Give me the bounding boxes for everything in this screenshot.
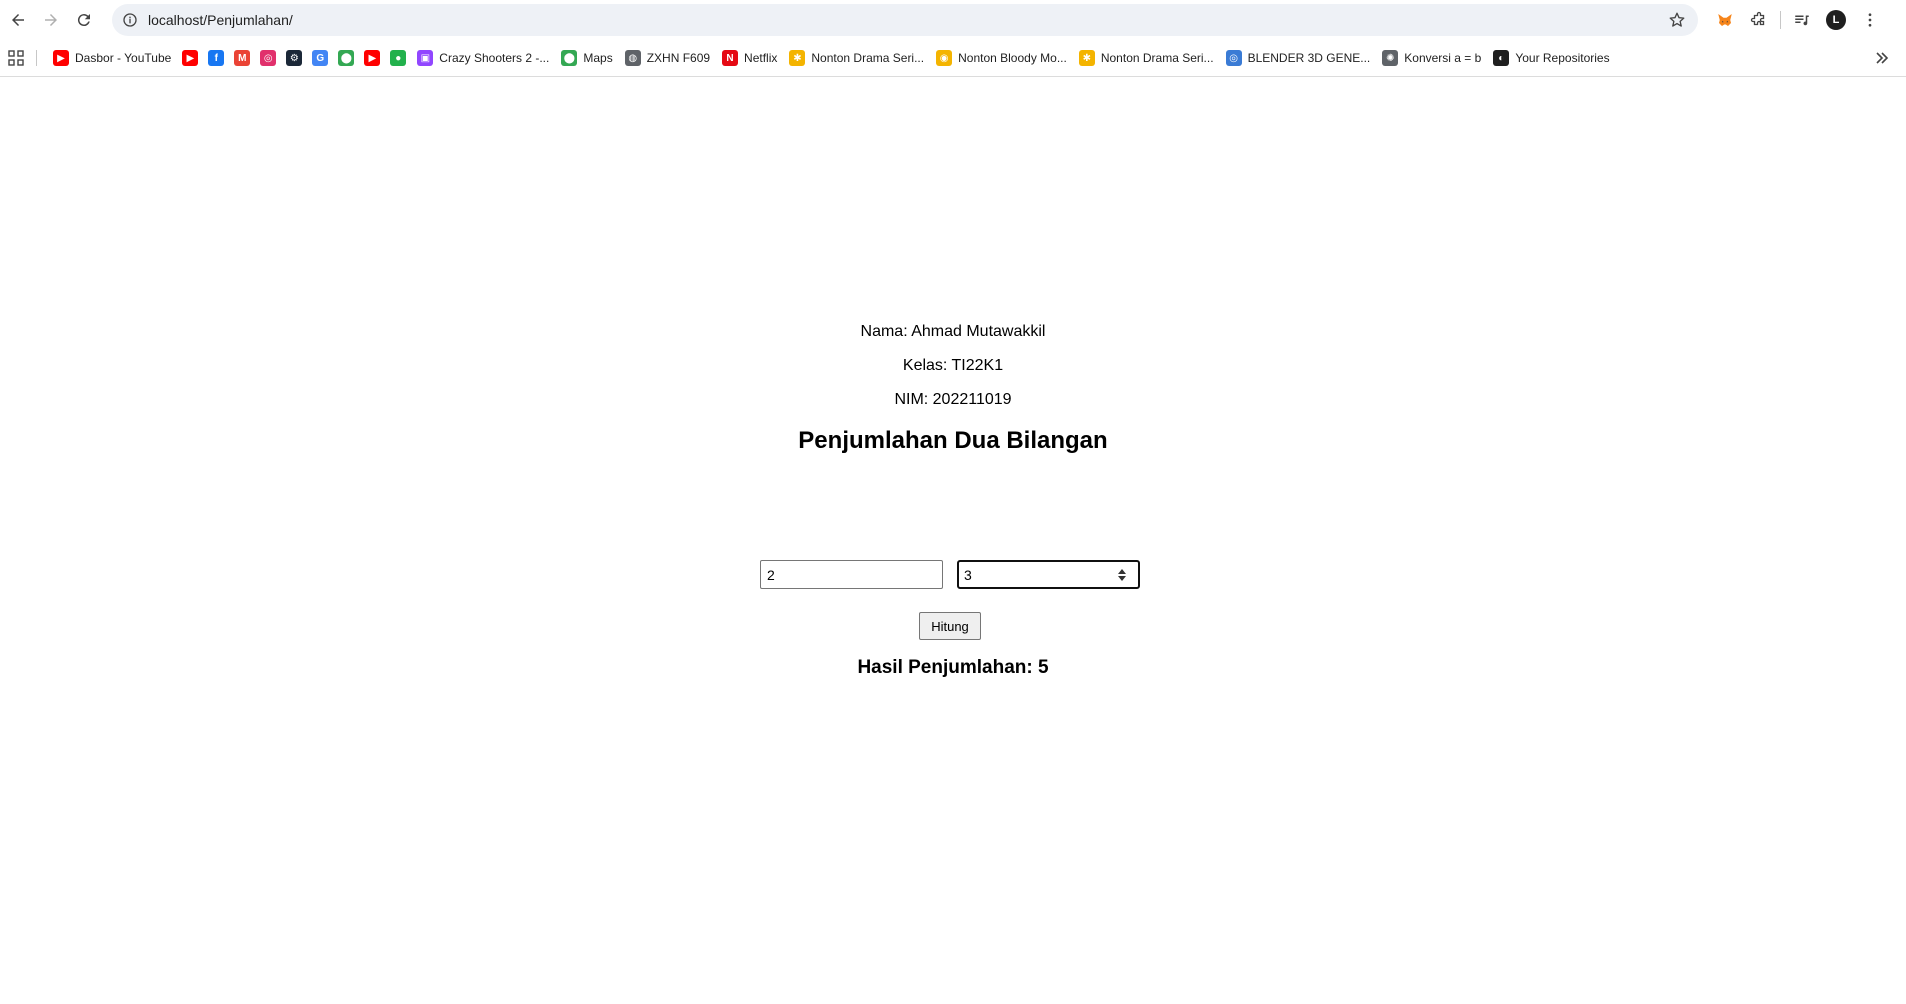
- bookmark-label: Your Repositories: [1515, 51, 1610, 65]
- bookmark-item[interactable]: ▶: [359, 44, 385, 72]
- page-content: [0, 77, 1906, 1004]
- playlist-icon: [1795, 15, 1809, 26]
- bookmark-item[interactable]: ✺ Konversi a = b: [1376, 44, 1487, 72]
- bookmark-label: ZXHN F609: [646, 51, 711, 65]
- bookmark-item[interactable]: ●: [385, 44, 411, 72]
- bookmark-item[interactable]: ✱ Nonton Drama Seri...: [1073, 44, 1220, 72]
- bookmark-item[interactable]: ◐ Your Repositories: [1487, 44, 1615, 72]
- page-title: Penjumlahan Dua Bilangan: [798, 427, 1108, 454]
- github-icon: ◐: [1493, 50, 1510, 66]
- google-maps-icon: ⬤: [338, 50, 355, 66]
- extensions-button[interactable]: [1742, 3, 1776, 37]
- twitch-icon: ▣: [417, 50, 434, 66]
- film-icon: ◉: [936, 50, 953, 66]
- gear-icon: ✺: [1382, 50, 1399, 66]
- bookmark-item[interactable]: f: [203, 44, 229, 72]
- instagram-icon: ◎: [260, 50, 277, 66]
- bookmark-item[interactable]: ◉ Nonton Bloody Mo...: [930, 44, 1073, 72]
- addition-form: [760, 560, 1140, 590]
- browser-toolbar: localhost/Penjumlahan/ L: [0, 0, 1906, 40]
- pinwheel-icon: ✱: [789, 50, 806, 66]
- bookmark-item[interactable]: ▣ Crazy Shooters 2 -...: [411, 44, 555, 72]
- bookmark-item[interactable]: ✱ Nonton Drama Seri...: [783, 44, 930, 72]
- bookmark-item[interactable]: M: [229, 44, 255, 72]
- bookmark-star-icon[interactable]: [1668, 11, 1686, 29]
- blender-icon: ◎: [1225, 50, 1242, 66]
- number-spinner-icon[interactable]: [1117, 567, 1127, 583]
- bookmark-item[interactable]: ▶ Dasbor - YouTube: [47, 44, 177, 72]
- url-text[interactable]: localhost/Penjumlahan/: [148, 12, 293, 28]
- forward-button[interactable]: [36, 5, 66, 35]
- bookmark-item[interactable]: ⬤: [333, 44, 359, 72]
- pinwheel-icon: ✱: [1078, 50, 1095, 66]
- bookmark-item[interactable]: ⚙: [281, 44, 307, 72]
- apps-grid-icon[interactable]: [8, 50, 24, 66]
- student-name: Nama: Ahmad Mutawakkil: [860, 323, 1046, 340]
- bookmark-label: Nonton Bloody Mo...: [958, 51, 1067, 65]
- bookmark-item[interactable]: ◍ ZXHN F609: [619, 44, 716, 72]
- first-number-input[interactable]: [760, 560, 943, 589]
- bookmark-item[interactable]: ◎: [255, 44, 281, 72]
- bookmark-label: Nonton Drama Seri...: [1100, 51, 1214, 65]
- bookmark-item[interactable]: ▶: [177, 44, 203, 72]
- avatar: L: [1826, 10, 1846, 30]
- arrow-right-icon: [45, 14, 57, 26]
- bookmark-label: Dasbor - YouTube: [75, 51, 172, 65]
- facebook-icon: f: [208, 50, 225, 66]
- globe-icon: ◍: [624, 50, 641, 66]
- youtube-icon: ▶: [182, 50, 199, 66]
- student-class: Kelas: TI22K1: [902, 357, 1004, 374]
- bookmark-item[interactable]: G: [307, 44, 333, 72]
- bookmark-item[interactable]: ⬤ Maps: [555, 44, 618, 72]
- browser-menu-button[interactable]: [1853, 3, 1887, 37]
- reload-button[interactable]: [69, 5, 99, 35]
- toolbar-extensions: L: [1708, 0, 1887, 40]
- arrow-left-icon: [12, 14, 24, 26]
- bookmark-list: ▶ Dasbor - YouTube ▶ f M ◎ ⚙ G ⬤ ▶ ● ▣ Crazy Shooter…: [47, 44, 1616, 72]
- youtube-icon: ▶: [364, 50, 381, 66]
- youtube-icon: ▶: [53, 50, 69, 66]
- sum-result: Hasil Penjumlahan: 5: [857, 657, 1049, 678]
- student-nim: NIM: 202211019: [894, 391, 1012, 408]
- bookmark-label: Konversi a = b: [1404, 51, 1482, 65]
- netflix-icon: N: [722, 50, 739, 66]
- bookmark-item[interactable]: N Netflix: [716, 44, 783, 72]
- bookmark-label: Maps: [583, 51, 613, 65]
- puzzle-icon: [1750, 11, 1765, 26]
- more-vertical-icon: [1868, 13, 1872, 27]
- bookmark-label: BLENDER 3D GENE...: [1247, 51, 1371, 65]
- back-button[interactable]: [3, 5, 33, 35]
- bookmarks-divider: [36, 50, 37, 66]
- google-maps-icon: ⬤: [561, 50, 578, 66]
- calculate-button[interactable]: Hitung: [919, 612, 981, 640]
- gmail-icon: M: [234, 50, 251, 66]
- second-number-input[interactable]: [957, 560, 1140, 589]
- profile-button[interactable]: L: [1819, 3, 1853, 37]
- media-control-button[interactable]: [1785, 3, 1819, 37]
- google-icon: G: [312, 50, 329, 66]
- bookmark-label: Crazy Shooters 2 -...: [439, 51, 550, 65]
- chevron-double-right-icon[interactable]: [1874, 50, 1890, 66]
- metamask-extension-button[interactable]: [1708, 3, 1742, 37]
- fox-icon: [1718, 14, 1732, 26]
- toolbar-divider: [1780, 11, 1781, 29]
- bookmark-item[interactable]: ◎ BLENDER 3D GENE...: [1220, 44, 1377, 72]
- steam-icon: ⚙: [286, 50, 303, 66]
- bookmarks-bar: ▶ Dasbor - YouTube ▶ f M ◎ ⚙ G ⬤ ▶ ● ▣ Crazy Shooter…: [0, 40, 1906, 77]
- bookmark-label: Netflix: [744, 51, 778, 65]
- info-icon[interactable]: [122, 12, 138, 28]
- bookmark-label: Nonton Drama Seri...: [811, 51, 925, 65]
- app-icon: ●: [390, 50, 407, 66]
- reload-icon: [77, 14, 90, 27]
- address-bar[interactable]: localhost/Penjumlahan/: [112, 4, 1698, 36]
